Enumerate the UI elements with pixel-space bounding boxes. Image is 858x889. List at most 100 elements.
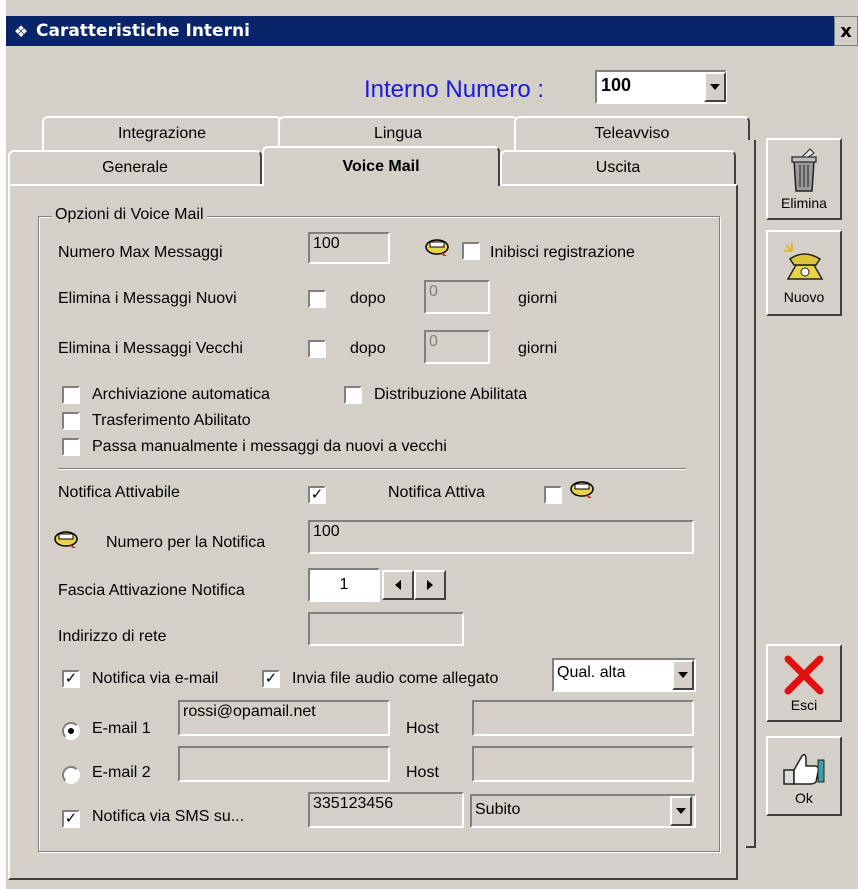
sms-timing-select[interactable]: Subito — [470, 794, 696, 828]
numero-notif-value: 100 — [313, 523, 340, 540]
notif-attivabile-checkbox[interactable]: ✓ — [308, 486, 326, 504]
max-msg-label: Numero Max Messaggi — [58, 244, 223, 261]
radio-dot-icon — [68, 728, 74, 734]
diamond-icon: ❖ — [13, 21, 29, 41]
email2-radio[interactable] — [62, 766, 80, 784]
sms-timing-value: Subito — [475, 801, 521, 818]
del-new-checkbox[interactable] — [308, 290, 326, 308]
tab-voice-mail[interactable]: Voice Mail — [262, 146, 500, 186]
del-old-label: Elimina i Messaggi Vecchi — [58, 340, 243, 357]
interno-dropdown-button[interactable] — [704, 72, 726, 102]
indirizzo-field[interactable] — [308, 612, 464, 646]
del-new-giorni: giorni — [518, 290, 558, 307]
inibisci-label: Inibisci registrazione — [490, 244, 635, 261]
chevron-down-icon — [710, 84, 720, 90]
numero-notif-field[interactable]: 100 — [308, 520, 694, 554]
invia-audio-checkbox[interactable]: ✓ — [262, 670, 280, 688]
notif-attiva-checkbox[interactable] — [544, 486, 562, 504]
host2-field[interactable] — [472, 746, 694, 782]
tab-uscita[interactable]: Uscita — [500, 150, 736, 184]
passa-checkbox[interactable] — [62, 438, 80, 456]
email2-label: E-mail 2 — [92, 764, 151, 781]
interno-numero-value: 100 — [601, 75, 632, 95]
arrow-right-icon — [427, 580, 433, 590]
nuovo-button[interactable]: Nuovo — [766, 230, 842, 316]
tab-voice-mail-label: Voice Mail — [342, 158, 420, 175]
sms-number-field[interactable]: 335123456 — [308, 792, 464, 828]
window-title: Caratteristiche Interni — [36, 21, 250, 41]
red-x-icon — [784, 655, 824, 695]
fascia-value: 1 — [339, 576, 349, 593]
tab-lingua-label: Lingua — [373, 125, 423, 142]
qualita-dropdown-button[interactable] — [672, 660, 694, 690]
voice-mail-panel: Opzioni di Voice Mail Numero Max Messagg… — [8, 184, 738, 880]
close-button[interactable]: x — [834, 16, 858, 46]
tab-teleavviso-label: Teleavviso — [594, 125, 670, 142]
host1-field[interactable] — [472, 700, 694, 736]
sms-timing-dropdown-button[interactable] — [670, 796, 692, 826]
check-icon: ✓ — [64, 810, 78, 827]
tab-generale[interactable]: Generale — [8, 150, 262, 184]
telephone-icon — [784, 243, 824, 280]
email1-label: E-mail 1 — [92, 720, 151, 737]
elimina-button[interactable]: Elimina — [766, 138, 842, 220]
indirizzo-label: Indirizzo di rete — [58, 628, 167, 645]
trasf-checkbox[interactable] — [62, 412, 80, 430]
thumbs-up-icon — [783, 753, 825, 785]
nuovo-label: Nuovo — [783, 289, 825, 305]
tab-lingua[interactable]: Lingua — [278, 116, 518, 150]
ok-button[interactable]: Ok — [766, 736, 842, 816]
distrib-label: Distribuzione Abilitata — [374, 386, 527, 403]
title-bar: ❖ Caratteristiche Interni — [6, 16, 834, 46]
check-icon: ✓ — [310, 486, 324, 503]
elimina-label: Elimina — [781, 195, 827, 211]
del-old-checkbox[interactable] — [308, 340, 326, 358]
chevron-down-icon — [678, 672, 688, 678]
fascia-prev-button[interactable] — [382, 570, 414, 600]
fascia-field[interactable]: 1 — [308, 568, 380, 602]
archiv-checkbox[interactable] — [62, 386, 80, 404]
trash-can-icon — [791, 148, 817, 192]
tab-teleavviso[interactable]: Teleavviso — [514, 116, 750, 150]
close-icon: x — [840, 20, 852, 42]
group-title: Opzioni di Voice Mail — [52, 206, 207, 224]
del-old-days-value: 0 — [429, 333, 438, 350]
invia-audio-label: Invia file audio come allegato — [292, 670, 499, 687]
email1-value: rossi@opamail.net — [183, 703, 316, 720]
sms-number-value: 335123456 — [313, 795, 394, 812]
archiv-label: Archiviazione automatica — [92, 386, 270, 403]
arrow-left-icon — [395, 580, 401, 590]
qualita-value: Qual. alta — [557, 664, 626, 681]
phone-handset-icon[interactable] — [568, 476, 596, 500]
notif-email-checkbox[interactable]: ✓ — [62, 670, 80, 688]
sms-checkbox[interactable]: ✓ — [62, 810, 80, 828]
phone-handset-icon[interactable] — [52, 526, 80, 550]
tab-integrazione[interactable]: Integrazione — [42, 116, 282, 150]
notif-attiva-label: Notifica Attiva — [388, 484, 485, 501]
max-msg-value: 100 — [313, 235, 340, 252]
del-old-days-field[interactable]: 0 — [424, 330, 490, 364]
check-icon: ✓ — [264, 670, 278, 687]
passa-label: Passa manualmente i messaggi da nuovi a … — [92, 438, 447, 455]
sms-label: Notifica via SMS su... — [92, 808, 245, 825]
email1-field[interactable]: rossi@opamail.net — [178, 700, 390, 736]
trasf-label: Trasferimento Abilitato — [92, 412, 251, 429]
ok-label: Ok — [795, 790, 813, 806]
del-old-giorni: giorni — [518, 340, 558, 357]
esci-label: Esci — [790, 697, 818, 713]
max-msg-field[interactable]: 100 — [308, 232, 390, 264]
inibisci-checkbox[interactable] — [462, 242, 480, 260]
back-panel-edge — [746, 140, 756, 848]
esci-button[interactable]: Esci — [766, 644, 842, 722]
del-new-label: Elimina i Messaggi Nuovi — [58, 290, 237, 307]
del-new-days-value: 0 — [429, 283, 438, 300]
del-new-days-field[interactable]: 0 — [424, 280, 490, 314]
email2-field[interactable] — [178, 746, 390, 782]
email1-radio[interactable] — [62, 722, 80, 740]
numero-notif-label: Numero per la Notifica — [106, 534, 266, 551]
phone-handset-icon[interactable] — [423, 234, 451, 258]
fascia-label: Fascia Attivazione Notifica — [58, 582, 245, 599]
distrib-checkbox[interactable] — [344, 386, 362, 404]
properties-window: ❖ Caratteristiche Interni x Interno Nume… — [6, 0, 858, 889]
fascia-next-button[interactable] — [414, 570, 446, 600]
